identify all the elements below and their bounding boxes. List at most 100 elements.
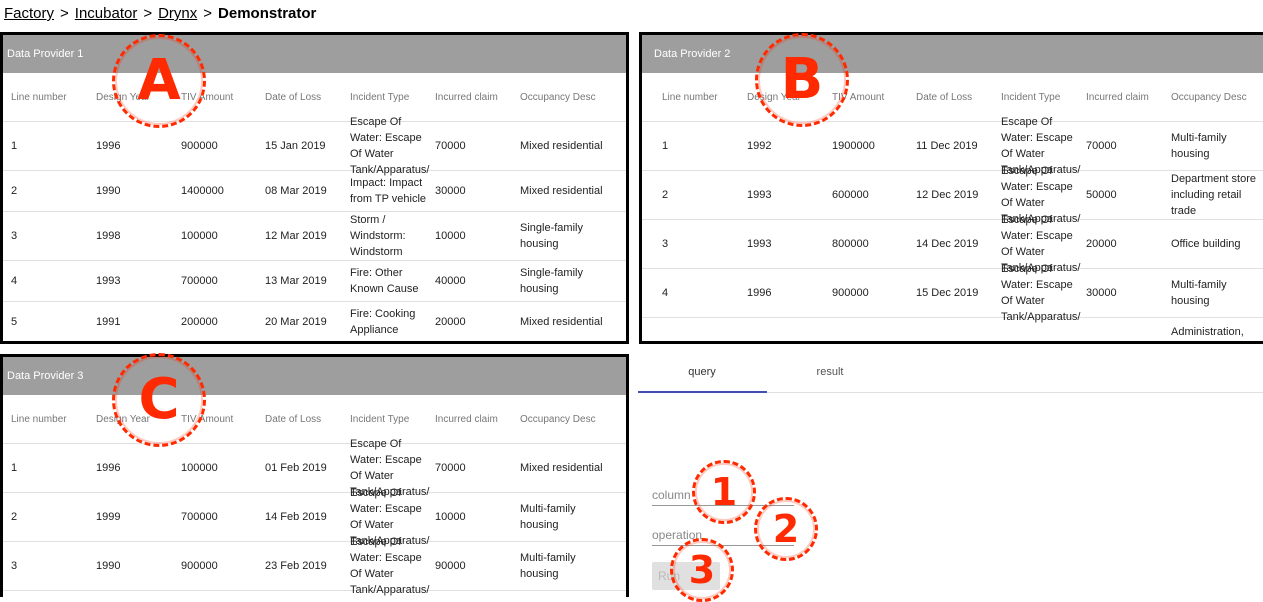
cell: 1996 (747, 287, 772, 299)
cell: 30000 (1086, 287, 1117, 299)
cell: 1 (662, 140, 669, 152)
cell: 20000 (1086, 238, 1117, 250)
annotation-a: A (112, 34, 206, 128)
data-provider-2-panel: Data Provider 2 Line number Design Year … (639, 32, 1263, 344)
cell: 1992 (747, 140, 772, 152)
col-incurred-claim: Incurred claim (435, 92, 498, 103)
cell: 10000 (435, 230, 466, 242)
breadcrumb-separator: > (143, 5, 153, 22)
cell: Administration, commercial (1171, 326, 1244, 338)
panel-title: Data Provider 1 (3, 35, 626, 73)
annotation-3: 3 (670, 538, 734, 602)
cell: 100000 (181, 462, 218, 474)
col-occupancy-desc: Occupancy Desc (520, 92, 596, 103)
table-header: Line number Design Year TIV Amount Date … (642, 73, 1263, 122)
cell: 900000 (181, 560, 218, 572)
cell: 4 (662, 287, 669, 299)
cell: 100000 (181, 230, 218, 242)
cell: Fire: Cooking Appliance (350, 308, 416, 336)
table-header: Line number Design Year TIV Amount Date … (3, 73, 626, 122)
cell: 5 (11, 316, 18, 328)
cell: 700000 (181, 511, 218, 523)
cell: 23 Feb 2019 (265, 560, 327, 572)
cell: 1993 (747, 189, 772, 201)
cell: 1999 (96, 511, 121, 523)
table-header: Line number Design Year TIV Amount Date … (3, 395, 626, 444)
table-row: 4 1996 900000 15 Dec 2019 Escape Of Water: E… (642, 263, 1263, 323)
cell: 10000 (435, 511, 466, 523)
col-incident-type: Incident Type (1001, 92, 1061, 103)
col-incident-type: Incident Type (350, 414, 410, 425)
cell: 30000 (435, 185, 466, 197)
active-tab-indicator (638, 391, 767, 393)
cell: 70000 (1086, 140, 1117, 152)
breadcrumb-link-factory[interactable]: Factory (4, 5, 54, 22)
cell: 15 Dec 2019 (916, 287, 979, 299)
cell: 700000 (181, 275, 218, 287)
cell: 2 (11, 185, 18, 197)
breadcrumb-separator: > (60, 5, 69, 22)
cell: 12 Dec 2019 (916, 189, 979, 201)
annotation-1: 1 (692, 460, 756, 524)
cell: 3 (11, 560, 18, 572)
col-incurred-claim: Incurred claim (1086, 92, 1149, 103)
cell: Escape Of Water: Escape Of Water Tank/Ap… (350, 116, 430, 176)
cell: 2 (11, 511, 18, 523)
cell: Multi-family housing (520, 503, 576, 531)
cell: Mixed residential (520, 140, 603, 152)
col-line-number: Line number (11, 414, 67, 425)
table-row: 4 1993 700000 13 Mar 2019 Fire: Other Known … (3, 261, 626, 302)
breadcrumb-link-incubator[interactable]: Incubator (75, 5, 138, 22)
panel-title: Data Provider 2 (642, 35, 1263, 73)
cell: 11 Dec 2019 (916, 140, 978, 152)
cell: Multi-family housing (520, 552, 576, 580)
cell: 20 Mar 2019 (265, 316, 327, 328)
col-line-number: Line number (662, 92, 718, 103)
table-row: Administration, commercial (642, 318, 1263, 341)
cell: 12 Mar 2019 (265, 230, 327, 242)
cell: Single-family housing (520, 267, 583, 295)
table-row: 2 1990 1400000 08 Mar 2019 Impact: Impact fr… (3, 171, 626, 212)
cell: Office building (1171, 238, 1241, 250)
cell: 900000 (181, 140, 218, 152)
cell: 1991 (96, 316, 121, 328)
cell: 4 (11, 275, 18, 287)
cell: Mixed residential (520, 316, 603, 328)
cell: 70000 (435, 462, 466, 474)
table-row: 2 1993 600000 12 Dec 2019 Escape Of Water: E… (642, 165, 1263, 225)
panel-title: Data Provider 3 (3, 357, 626, 395)
col-occupancy-desc: Occupancy Desc (1171, 92, 1247, 103)
cell: 1 (11, 140, 18, 152)
cell: Fire: Other Known Cause (350, 267, 419, 295)
col-incident-type: Incident Type (350, 92, 410, 103)
cell: Department store including retail trade (1171, 173, 1256, 217)
tab-query[interactable]: query (638, 366, 766, 378)
data-provider-3-panel: Data Provider 3 Line number Design Year … (0, 354, 629, 597)
table-row: 1 1992 1900000 11 Dec 2019 Escape Of Water: … (642, 116, 1263, 176)
breadcrumb: Factory > Incubator > Drynx > Demonstrator (4, 5, 316, 22)
cell: 40000 (435, 275, 466, 287)
tab-result[interactable]: result (766, 366, 894, 378)
cell: 1 (11, 462, 18, 474)
cell: 600000 (832, 189, 869, 201)
cell: 70000 (435, 140, 466, 152)
cell: 08 Mar 2019 (265, 185, 327, 197)
cell: 90000 (435, 560, 466, 572)
cell: Impact: Impact from TP vehicle (350, 177, 427, 205)
col-date-of-loss: Date of Loss (265, 92, 322, 103)
table-row: 3 1993 800000 14 Dec 2019 Escape Of Water: E… (642, 214, 1263, 274)
cell: 900000 (832, 287, 869, 299)
cell: Single-family housing (520, 222, 583, 250)
breadcrumb-link-drynx[interactable]: Drynx (158, 5, 197, 22)
cell: 20000 (435, 316, 466, 328)
cell: Mixed residential (520, 462, 603, 474)
cell: 1998 (96, 230, 121, 242)
col-date-of-loss: Date of Loss (265, 414, 322, 425)
table-row: 1 1996 900000 15 Jan 2019 Escape Of Water: E… (3, 116, 626, 176)
cell: 1993 (96, 275, 121, 287)
cell: 1990 (96, 185, 121, 197)
cell: 14 Dec 2019 (916, 238, 979, 250)
table-row: 5 1991 200000 20 Mar 2019 Fire: Cooking Appl… (3, 302, 626, 341)
cell: 14 Feb 2019 (265, 511, 327, 523)
cell: Escape Of Water: Escape Of Water Tank/Ap… (1001, 263, 1081, 323)
